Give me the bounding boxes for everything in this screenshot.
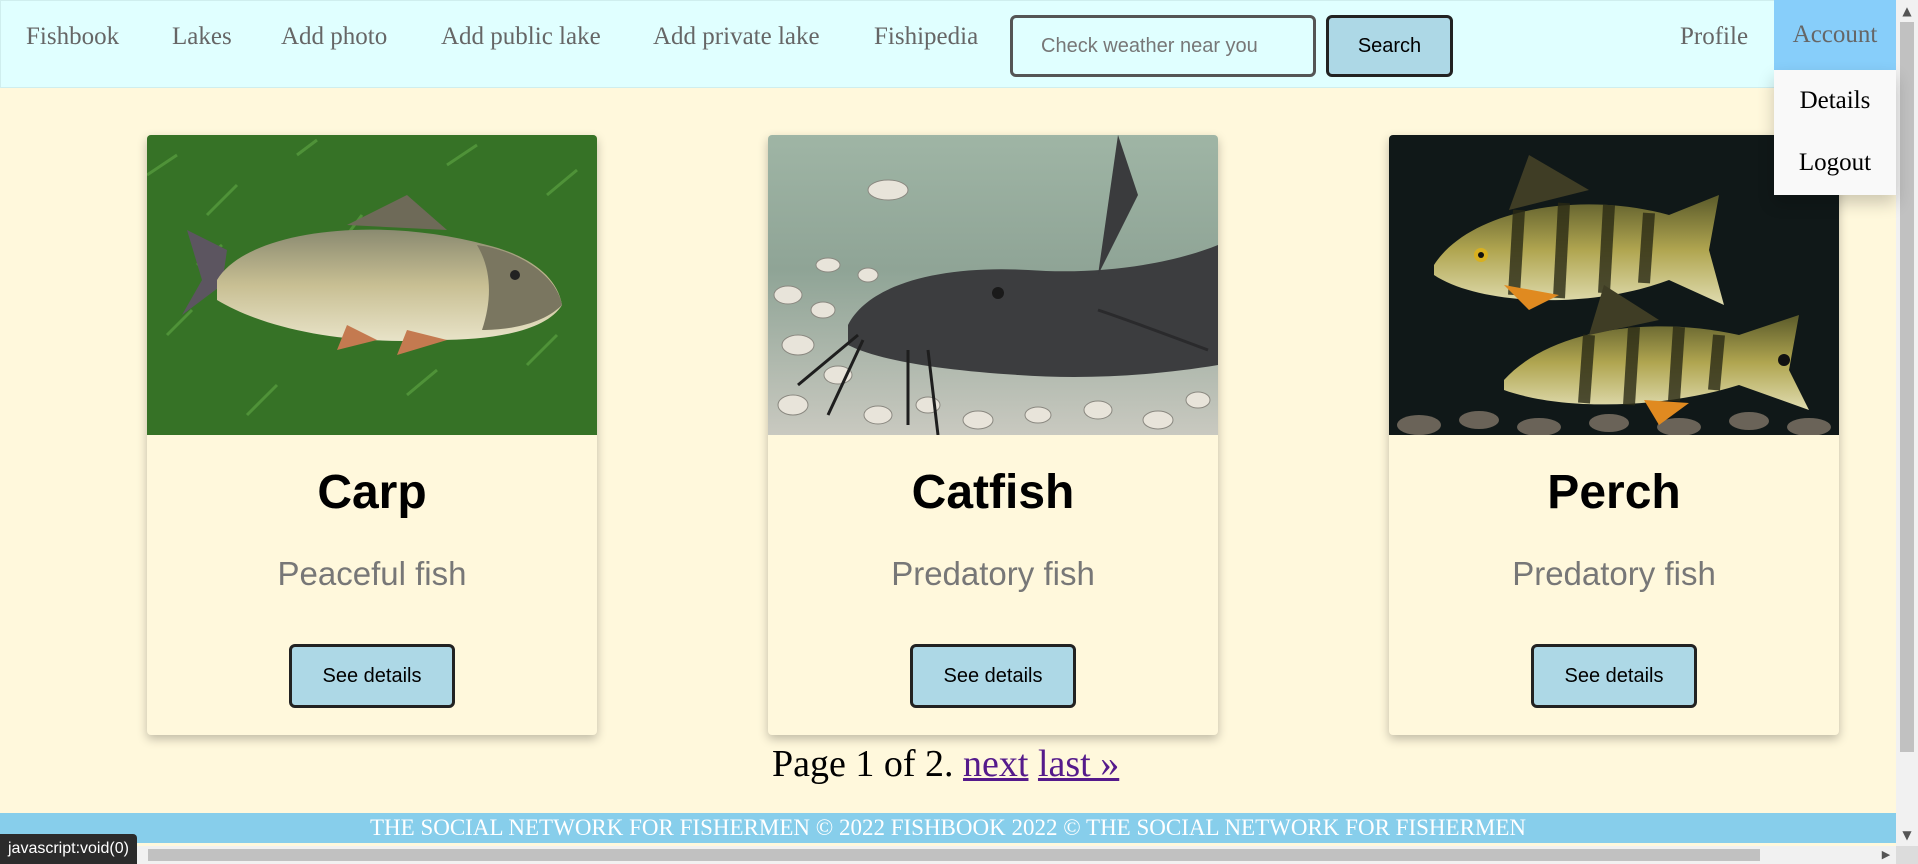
scroll-down-arrow-icon[interactable]: ▼ <box>1896 824 1918 846</box>
vertical-scrollbar[interactable]: ▲ ▼ <box>1896 0 1918 846</box>
horizontal-scrollbar[interactable]: ▶ <box>0 846 1896 864</box>
dropdown-item-details[interactable]: Details <box>1774 70 1896 132</box>
nav-link-add-photo[interactable]: Add photo <box>281 1 387 89</box>
nav-link-add-private-lake[interactable]: Add private lake <box>653 1 820 89</box>
nav-link-fishbook[interactable]: Fishbook <box>26 1 119 89</box>
nav-link-lakes[interactable]: Lakes <box>172 1 232 89</box>
nav-link-add-public-lake[interactable]: Add public lake <box>441 1 601 89</box>
card-subtitle: Peaceful fish <box>277 555 467 592</box>
carp-image <box>147 135 597 435</box>
pagination-status: Page 1 of 2. <box>772 743 954 785</box>
nav-link-fishipedia[interactable]: Fishipedia <box>874 1 978 89</box>
catfish-image <box>768 135 1218 435</box>
footer: THE SOCIAL NETWORK FOR FISHERMEN © 2022 … <box>0 813 1896 843</box>
scroll-right-arrow-icon[interactable]: ▶ <box>1876 846 1896 864</box>
fish-card-carp: Carp Peaceful fish See details <box>147 135 597 735</box>
search-button[interactable]: Search <box>1326 15 1453 77</box>
top-navbar: Fishbook Lakes Add photo Add public lake… <box>0 0 1896 88</box>
see-details-button[interactable]: See details <box>910 644 1076 708</box>
account-dropdown: Details Logout <box>1774 70 1896 195</box>
horizontal-scroll-thumb[interactable] <box>148 849 1760 861</box>
card-title: Perch <box>1547 466 1681 519</box>
vertical-scroll-thumb[interactable] <box>1900 22 1914 752</box>
link-status-bar: javascript:void(0) <box>0 834 137 864</box>
nav-link-profile[interactable]: Profile <box>1680 1 1748 89</box>
pagination-last-link[interactable]: last » <box>1038 743 1119 785</box>
scroll-up-arrow-icon[interactable]: ▲ <box>1896 0 1918 22</box>
perch-image <box>1389 135 1839 435</box>
card-subtitle: Predatory fish <box>891 555 1095 592</box>
card-title: Catfish <box>911 466 1075 519</box>
dropdown-item-logout[interactable]: Logout <box>1774 132 1896 194</box>
card-subtitle: Predatory fish <box>1512 555 1716 592</box>
see-details-button[interactable]: See details <box>1531 644 1697 708</box>
scrollbar-corner <box>1896 846 1918 864</box>
weather-search-input[interactable] <box>1010 15 1316 77</box>
fish-card-perch: Perch Predatory fish See details <box>1389 135 1839 735</box>
see-details-button[interactable]: See details <box>289 644 455 708</box>
card-title: Carp <box>317 466 427 519</box>
pagination-next-link[interactable]: next <box>963 743 1028 785</box>
account-menu-button[interactable]: Account <box>1774 0 1896 70</box>
fish-card-catfish: Catfish Predatory fish See details <box>768 135 1218 735</box>
